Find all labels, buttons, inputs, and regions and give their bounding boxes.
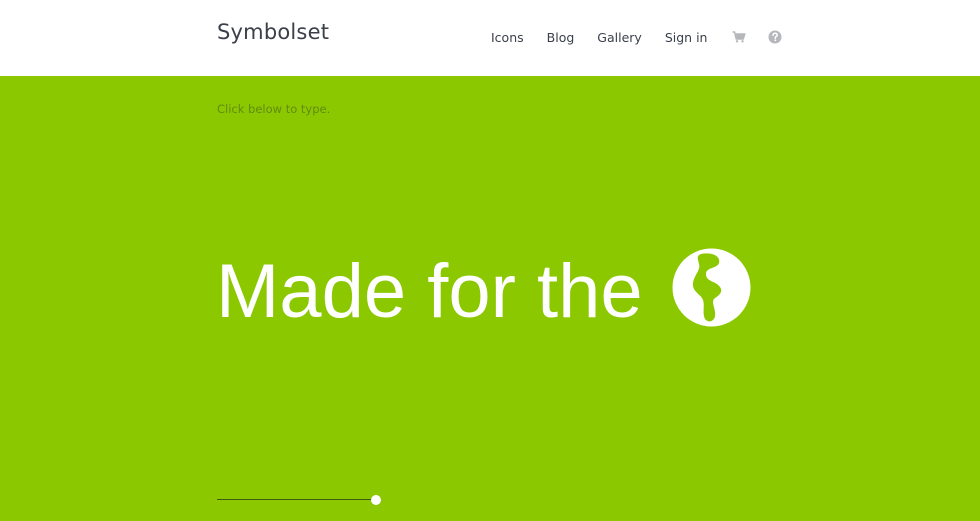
- cart-icon[interactable]: [732, 31, 747, 43]
- site-logo[interactable]: Symbolset: [217, 20, 329, 44]
- nav-link-icons[interactable]: Icons: [491, 30, 524, 45]
- speed-slider[interactable]: [217, 494, 389, 506]
- main-nav: Icons Blog Gallery Sign in: [491, 28, 782, 46]
- hero-section: Click below to type. Made for the: [0, 76, 980, 521]
- nav-link-blog[interactable]: Blog: [547, 30, 575, 45]
- nav-link-gallery[interactable]: Gallery: [597, 30, 642, 45]
- headline-type-area[interactable]: Made for the: [216, 254, 643, 330]
- nav-link-sign-in[interactable]: Sign in: [665, 30, 708, 45]
- site-header: Symbolset Icons Blog Gallery Sign in: [0, 0, 980, 76]
- slider-knob[interactable]: [371, 495, 381, 505]
- globe-icon: [672, 248, 751, 327]
- type-hint: Click below to type.: [217, 102, 331, 116]
- help-icon[interactable]: [768, 30, 782, 44]
- slider-track: [217, 499, 376, 500]
